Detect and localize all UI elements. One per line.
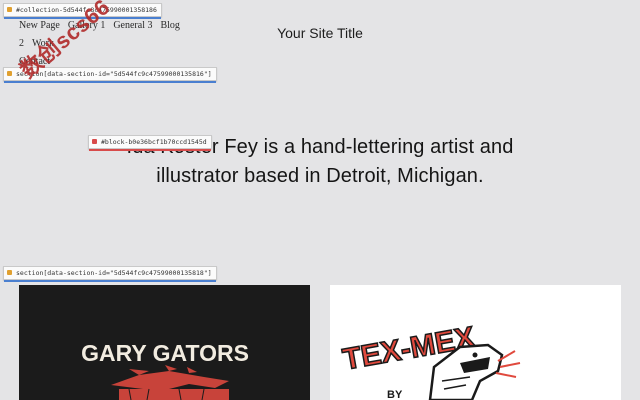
inspector-block-label: #block-b0e36bcf1b70ccd1545d [101,138,207,146]
hero-line-2: illustrator based in Detroit, Michigan. [156,165,484,187]
element-marker-icon [7,7,12,12]
gary-gators-title: GARY GATORS [81,340,249,366]
inspector-block-chip: #block-b0e36bcf1b70ccd1545d [88,135,212,151]
gator-icon [111,365,229,400]
element-marker-icon [92,139,97,144]
gary-gators-illustration: GARY GATORS [81,340,249,400]
gallery-card-gary-gators[interactable]: GARY GATORS [19,285,310,400]
tex-mex-subtitle: BY [387,389,403,400]
gallery-card-tex-mex[interactable]: TEX-MEX BY [330,285,621,400]
tex-mex-illustration: TEX-MEX BY [340,320,521,400]
inspector-section-label-2: section[data-section-id="5d544fc9c475990… [16,269,212,277]
element-marker-icon [7,270,12,275]
element-marker-icon [7,71,12,76]
inspector-section-chip-2: section[data-section-id="5d544fc9c475990… [3,266,217,282]
